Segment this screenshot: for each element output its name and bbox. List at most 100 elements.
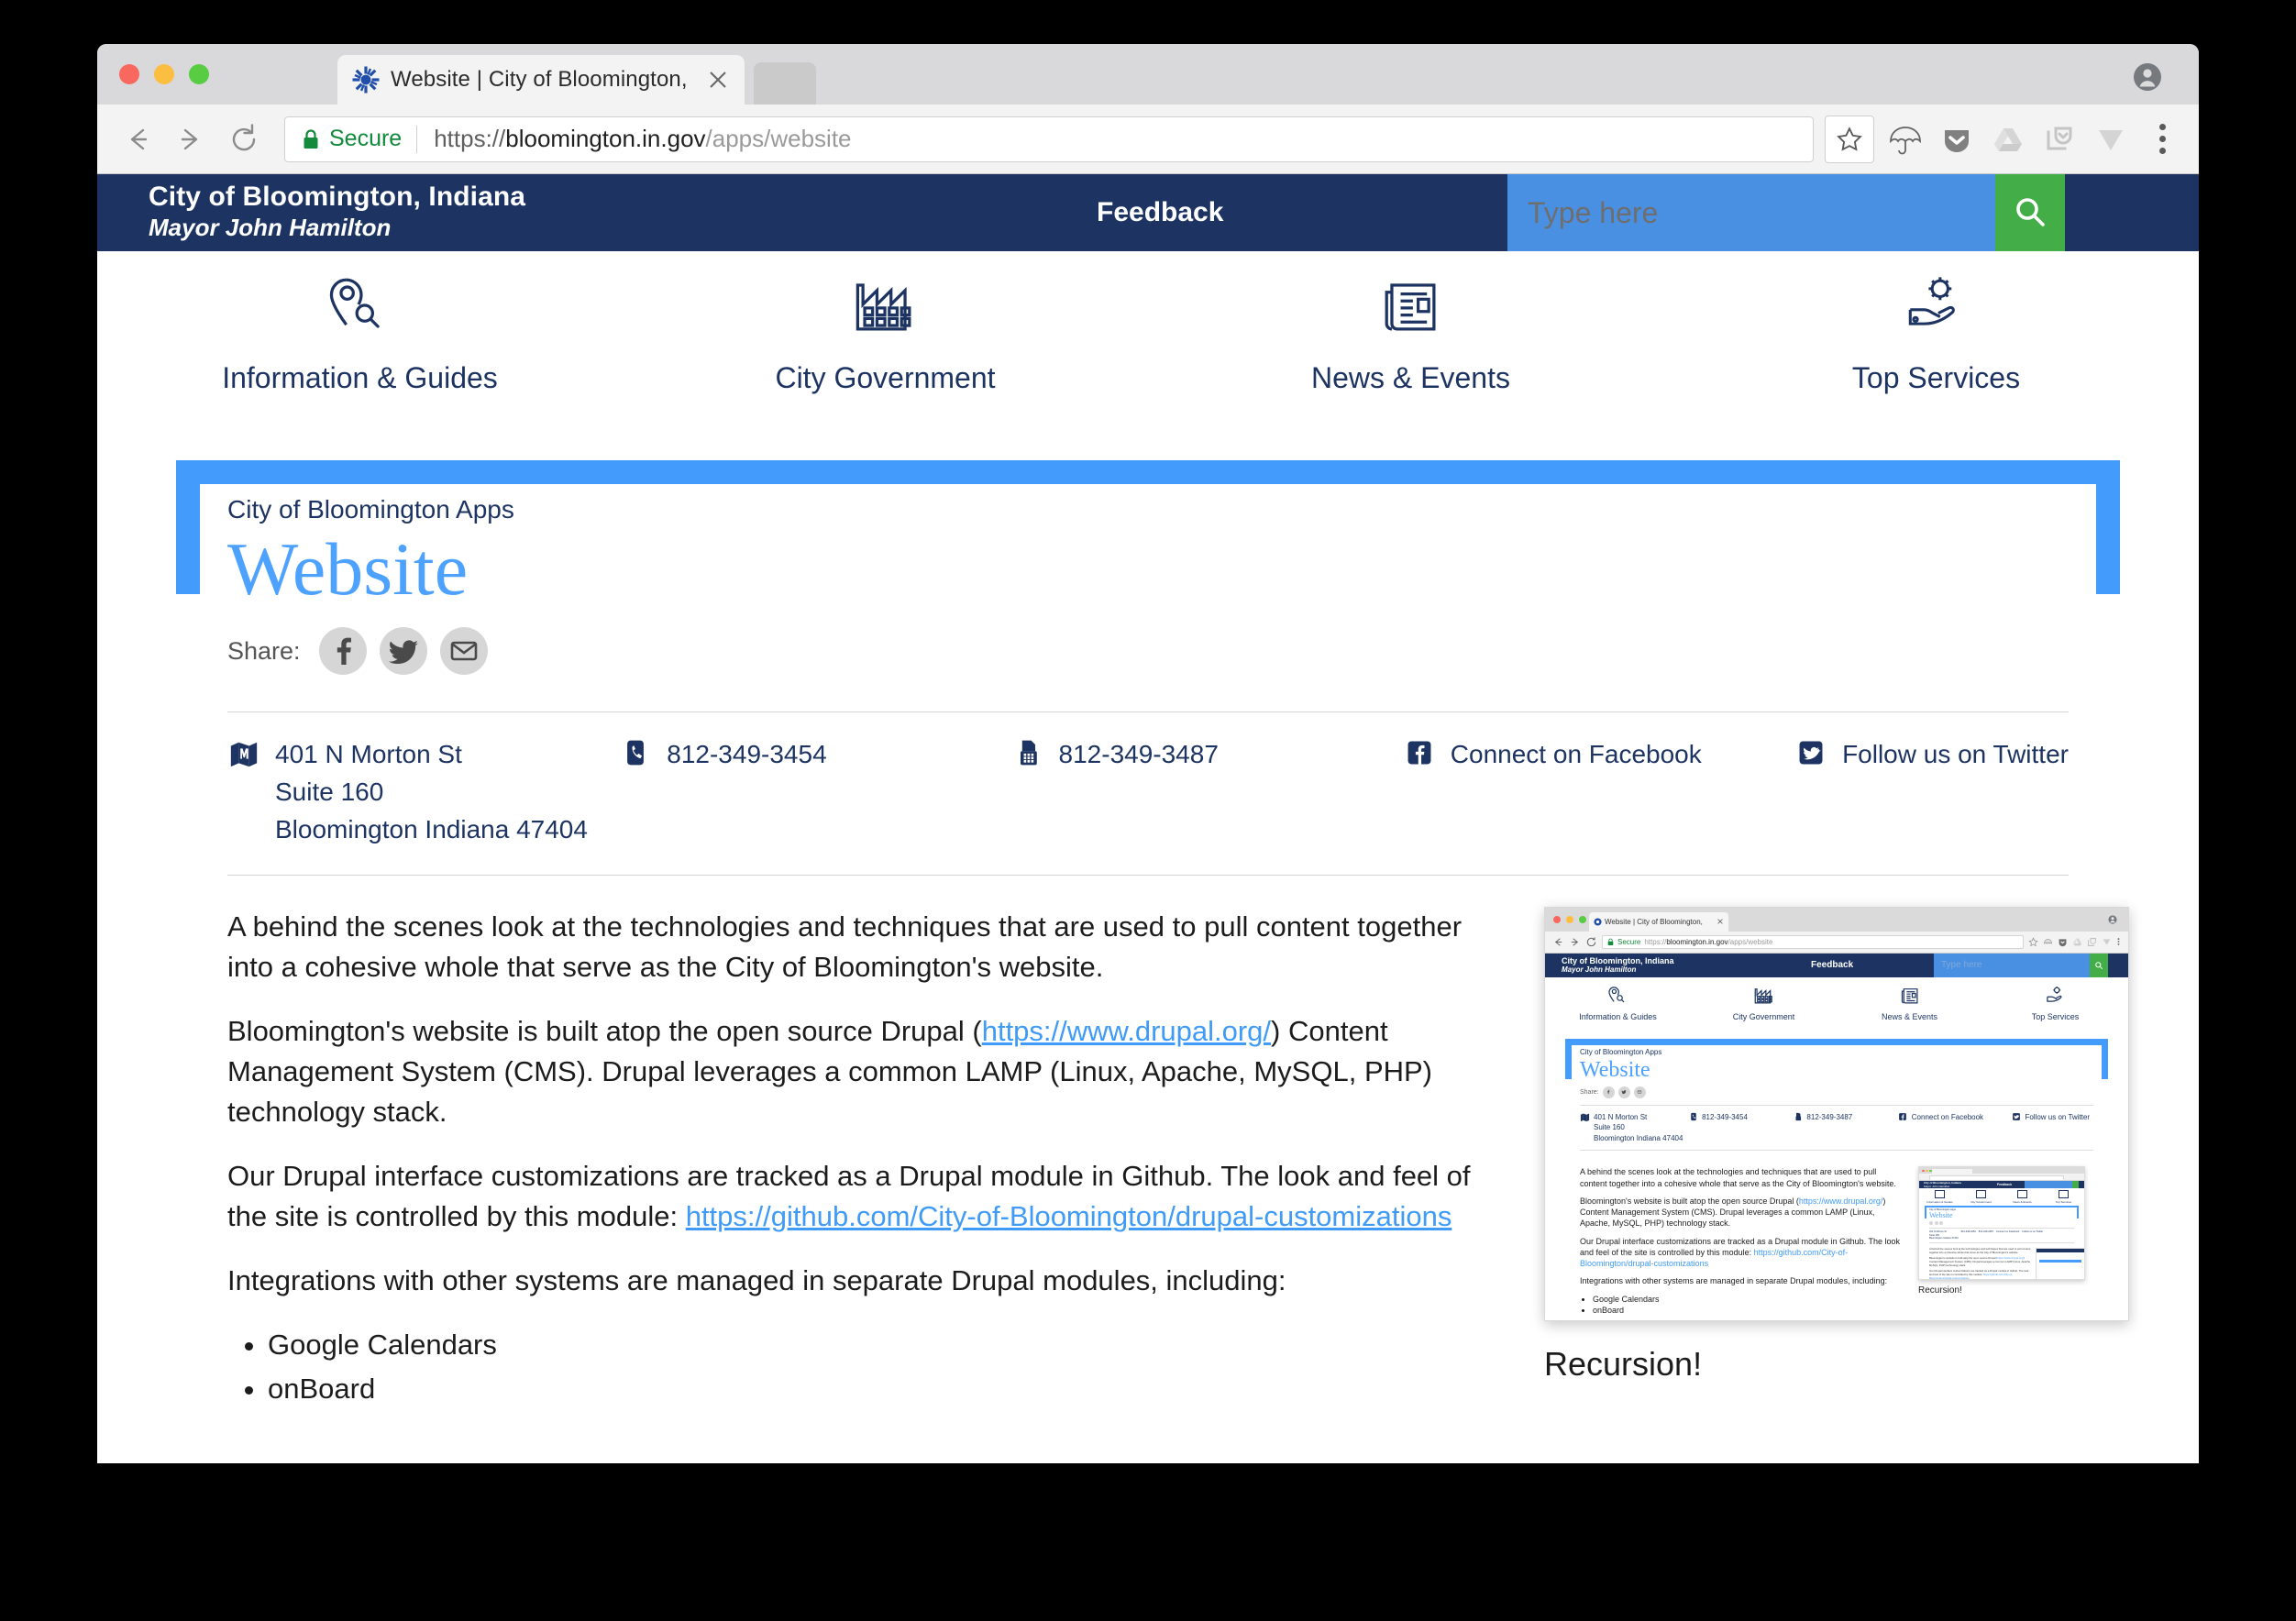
nested-secure-label: Secure: [1617, 937, 1641, 946]
newspaper-icon: [1371, 264, 1452, 348]
user-avatar-icon[interactable]: [2133, 62, 2162, 92]
nav-item-news-events[interactable]: News & Events: [1148, 264, 1673, 444]
nested-save-icon: [2088, 937, 2096, 946]
facebook-label: Connect on Facebook: [1450, 740, 1702, 768]
save-to-pocket-icon[interactable]: [2039, 119, 2080, 160]
nested-nav-news-events: News & Events: [1837, 982, 1982, 1035]
pocket-icon[interactable]: [1937, 119, 1977, 160]
omnibox-divider: [416, 125, 418, 153]
list-item: Google Calendars: [268, 1325, 1493, 1365]
nested-address-bar: Secure https://bloomington.in.gov/apps/w…: [1602, 934, 2024, 949]
contact-facebook[interactable]: Connect on Facebook: [1403, 736, 1794, 849]
nested-menu-icon: [2117, 938, 2120, 945]
v-logo-icon[interactable]: [2091, 119, 2131, 160]
figure: Website | City of Bloomington, Secure ht…: [1544, 906, 2129, 1413]
google-drive-icon[interactable]: [1988, 119, 2028, 160]
breadcrumb[interactable]: City of Bloomington Apps: [227, 495, 2069, 524]
nested-recursive-screenshot-level-3: City of Bloomington, Indiana Mayor John H…: [1918, 1166, 2085, 1281]
share-twitter[interactable]: [379, 627, 427, 675]
nested-breadcrumb: City of Bloomington Apps: [1580, 1047, 1662, 1056]
p2-before: Bloomington's website is built atop the …: [227, 1014, 982, 1047]
mayor-name: Mayor John Hamilton: [149, 213, 392, 241]
nested-browser-level-2: Website | City of Bloomington, Secure ht…: [1545, 907, 2128, 1320]
minimize-window-button[interactable]: [154, 64, 174, 84]
nested-contact-row: 401 N Morton St Suite 160 Bloomington Indi…: [1580, 1112, 2093, 1144]
search-input[interactable]: [1507, 174, 1995, 251]
nested-avatar-icon: [2108, 915, 2117, 924]
paragraph-3: Our Drupal interface customizations are …: [227, 1156, 1493, 1237]
nested-url: https://bloomington.in.gov/apps/website: [1644, 937, 1773, 946]
nav-item-top-services[interactable]: Top Services: [1673, 264, 2199, 444]
url-text: https://bloomington.in.gov/apps/website: [434, 125, 851, 153]
browser-tab-strip: Website | City of Bloomington,: [97, 44, 2199, 105]
nav-item-information-guides[interactable]: Information & Guides: [97, 264, 623, 444]
github-link[interactable]: https://github.com/City-of-Bloomington/d…: [686, 1200, 1452, 1232]
site-viewport: City of Bloomington, Indiana Mayor John …: [97, 174, 2199, 1463]
primary-nav: Information & Guides City Government New…: [97, 251, 2199, 444]
article-text: A behind the scenes look at the technolo…: [227, 907, 1493, 1413]
nested-site-header: City of Bloomington, Indiana Mayor John …: [1545, 953, 2128, 977]
search-button[interactable]: [1995, 174, 2065, 251]
nested-content-frame: City of Bloomington Apps Website Share:: [1565, 1038, 2108, 1317]
list-item: onBoard: [268, 1369, 1493, 1409]
back-arrow-icon[interactable]: [117, 119, 158, 160]
forward-arrow-icon[interactable]: [171, 119, 211, 160]
map-icon: [227, 738, 260, 769]
new-tab-button[interactable]: [754, 62, 816, 105]
paragraph-1: A behind the scenes look at the technolo…: [227, 910, 1463, 983]
org-name: City of Bloomington, Indiana: [149, 182, 526, 212]
nested-tab: Website | City of Bloomington,: [1589, 911, 1728, 932]
feedback-link[interactable]: Feedback: [1097, 174, 1223, 251]
address-line2: Suite 160: [275, 777, 384, 806]
close-icon[interactable]: [706, 68, 730, 92]
nested-share-row: Share:: [1580, 1086, 2093, 1098]
browser-window: Website | City of Bloomington, Secure ht…: [97, 44, 2199, 1463]
address-bar[interactable]: Secure https://bloomington.in.gov/apps/w…: [284, 116, 1814, 162]
umbrella-icon[interactable]: [1885, 119, 1926, 160]
nested-search-button: [2090, 953, 2108, 977]
nested-forward-icon: [1571, 938, 1579, 946]
nested-nav: Information & Guides City Government New…: [1545, 977, 2128, 1035]
share-facebook[interactable]: [318, 627, 367, 675]
window-traffic-lights[interactable]: [119, 64, 209, 84]
nested-pocket-icon: [2059, 938, 2067, 946]
site-brand[interactable]: City of Bloomington, Indiana Mayor John …: [97, 174, 525, 251]
contact-address: 401 N Morton St Suite 160 Bloomington In…: [227, 736, 619, 849]
drupal-link[interactable]: https://www.drupal.org/: [982, 1015, 1271, 1047]
nav-label: Top Services: [1851, 361, 2021, 394]
maximize-window-button[interactable]: [189, 64, 209, 84]
nested-nav-city-government: City Government: [1691, 982, 1837, 1035]
share-email[interactable]: [439, 627, 488, 675]
facebook-square-icon: [1403, 738, 1436, 767]
star-icon[interactable]: [1825, 115, 1874, 163]
browser-tab[interactable]: Website | City of Bloomington,: [337, 55, 745, 105]
nested-page-content: City of Bloomington Apps Website Share:: [1565, 1039, 2108, 1317]
phone-icon: [619, 738, 652, 767]
nav-label: News & Events: [1311, 361, 1510, 394]
close-window-button[interactable]: [119, 64, 139, 84]
secure-label: Secure: [329, 126, 403, 151]
reload-icon[interactable]: [224, 119, 264, 160]
nested-page-title: Website: [1580, 1057, 1650, 1082]
factory-icon: [845, 264, 926, 348]
contact-phone[interactable]: 812-349-3454: [619, 736, 1010, 849]
nav-label: Information & Guides: [222, 361, 498, 394]
site-header: City of Bloomington, Indiana Mayor John …: [97, 174, 2199, 251]
fax-icon: [1011, 738, 1044, 767]
nested-tab-title: Website | City of Bloomington,: [1605, 917, 1703, 926]
map-pin-search-icon: [320, 264, 401, 348]
nested-reload-icon: [1586, 937, 1596, 946]
share-row: Share:: [227, 627, 2069, 675]
search-icon: [2012, 193, 2048, 233]
nested-tab-strip: Website | City of Bloomington,: [1545, 907, 2128, 932]
site-search: [1507, 174, 2065, 251]
recursive-screenshot[interactable]: Website | City of Bloomington, Secure ht…: [1544, 906, 2129, 1321]
nav-item-city-government[interactable]: City Government: [623, 264, 1148, 444]
three-dot-menu-icon[interactable]: [2146, 119, 2179, 160]
nav-label: City Government: [775, 361, 996, 394]
contact-twitter[interactable]: Follow us on Twitter: [1794, 736, 2069, 849]
figure-caption: Recursion!: [1544, 1344, 1703, 1383]
nested-article: A behind the scenes look at the technolo…: [1580, 1157, 2093, 1316]
share-label: Share:: [227, 636, 301, 665]
page-title: Website: [227, 527, 469, 611]
